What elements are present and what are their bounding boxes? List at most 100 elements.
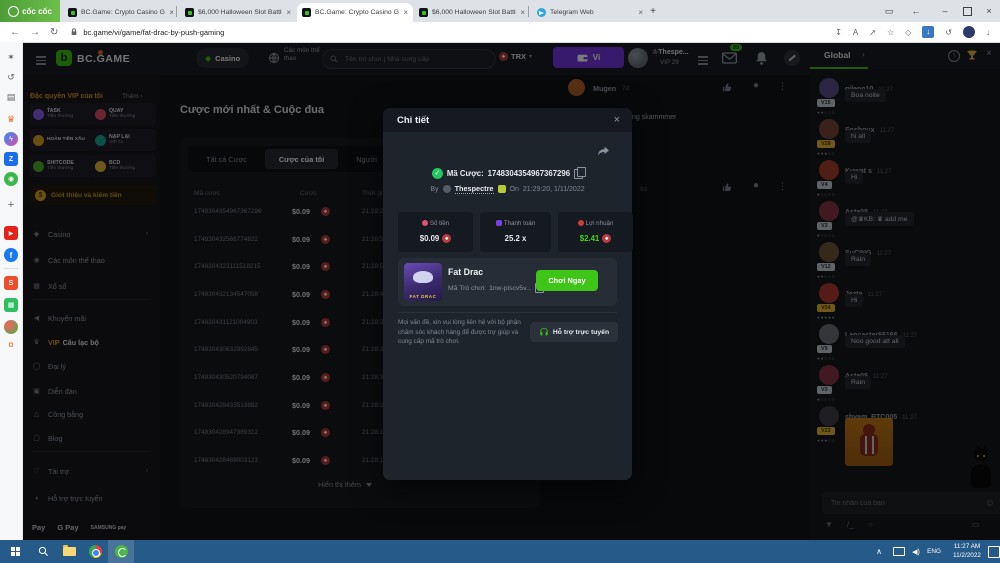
bet-id-value: 1748304354967367296 (488, 169, 570, 178)
copy-icon[interactable] (574, 169, 583, 179)
facebook-icon[interactable]: f (4, 248, 18, 262)
bet-id-label: Mã Cược: (447, 169, 484, 178)
play-now-button[interactable]: Chơi Ngay (536, 270, 598, 291)
translate-icon[interactable]: A (853, 28, 858, 37)
frog-emoji-icon (498, 185, 506, 193)
hot-trends-icon[interactable]: ♛ (4, 112, 18, 126)
url-box[interactable]: bc.game/vi/game/fat-drac-by-push-gaming (70, 28, 224, 37)
tab-close-icon[interactable]: × (403, 8, 408, 17)
game-id-label: Mã Trò chơi: (448, 285, 486, 292)
browser-side-strip: ✶ ↺ ▤ ♛ ϟ Z ◉ + ▶ f S ▦ ¤ (0, 42, 23, 540)
browser-tab[interactable]: $6,000 Halloween Slot Battle × (180, 3, 296, 22)
modal-title: Chi tiết (397, 115, 429, 126)
browser-address-bar: ← → ↻ bc.game/vi/game/fat-drac-by-push-g… (0, 22, 1000, 43)
tab-close-icon[interactable]: × (520, 8, 525, 17)
coccoc-taskbar-icon[interactable] (108, 540, 134, 563)
browser-tab[interactable]: BC.Game: Crypto Casino Gan × (63, 3, 179, 22)
bet-details-modal: Chi tiết × ✓ Mã Cược: 174830435496736729… (383, 108, 632, 480)
tab-close-icon[interactable]: × (638, 8, 643, 17)
browser-tab[interactable]: Telegram Web × (532, 3, 648, 22)
tab-title: $6,000 Halloween Slot Battle (198, 9, 282, 16)
download-manager-icon[interactable]: ↓ (922, 26, 934, 38)
stat-payout: Thanh toán 25.2 x (480, 212, 551, 252)
ball-icon[interactable] (4, 320, 18, 334)
bat-art (413, 271, 433, 283)
taskbar-chevron-up[interactable]: ∧ (870, 540, 888, 563)
tab-close-icon[interactable]: × (169, 8, 174, 17)
by-label: By (430, 186, 438, 193)
trx-coin-icon (602, 234, 611, 243)
windows-taskbar: ∧ ◀) ENG 11:27 AM11/2/2022 (0, 540, 1000, 563)
share-icon[interactable] (597, 146, 610, 158)
tab-title: $6,000 Halloween Slot Battle (432, 9, 516, 16)
sync-icon[interactable]: ↺ (945, 28, 952, 37)
cart-icon[interactable]: ¤ (4, 338, 18, 352)
adblock-shield-icon[interactable]: ◇ (905, 28, 911, 37)
forward-icon[interactable]: → (30, 27, 40, 38)
new-tab-button[interactable]: + (645, 0, 661, 22)
mini-avatar (443, 185, 451, 193)
recent-tabs-icon[interactable]: ← (905, 0, 927, 22)
wallet-icon (496, 220, 502, 226)
bcgame-favicon (302, 8, 311, 17)
support-note: Mọi vấn đề, xin vui lòng liên hệ với bộ … (398, 318, 530, 347)
live-support-button[interactable]: Hỗ trợ trực tuyến (530, 322, 618, 342)
youtube-icon[interactable]: ▶ (4, 226, 18, 240)
modal-close-icon[interactable]: × (614, 114, 620, 126)
bcgame-favicon (68, 8, 77, 17)
url-text[interactable]: bc.game/vi/game/fat-drac-by-push-gaming (83, 28, 224, 37)
browser-tab[interactable]: $6,000 Halloween Slot Battle × (414, 3, 530, 22)
taskbar-clock[interactable]: 11:27 AM11/2/2022 (946, 540, 988, 563)
downloads-tray-icon[interactable]: ↓ (986, 28, 990, 37)
gift-icon[interactable]: ▦ (4, 298, 18, 312)
money-bag-icon (578, 220, 584, 226)
add-shortcut-icon[interactable]: + (4, 198, 18, 212)
bet-datetime: 21:29:20, 1/11/2022 (523, 186, 585, 193)
tab-separator (528, 6, 529, 17)
browser-tab-active[interactable]: BC.Game: Crypto Casino Gan × (297, 3, 413, 22)
bookmark-star-icon[interactable]: ☆ (887, 28, 894, 37)
live-support-label: Hỗ trợ trực tuyến (553, 329, 609, 336)
game-name: Fat Drac (448, 267, 483, 277)
messenger-icon[interactable]: ϟ (4, 132, 18, 146)
browser-profile-avatar[interactable] (963, 26, 975, 38)
coccoc-logo-icon (8, 6, 19, 17)
telegram-favicon (537, 8, 546, 17)
game-id-line: Mã Trò chơi: 1nw-piscv5v... (448, 283, 544, 293)
coins-icon (422, 220, 428, 226)
zalo-icon[interactable]: Z (4, 152, 18, 166)
modal-divider (398, 312, 617, 313)
bettor-username[interactable]: Thespectre (455, 184, 494, 194)
coccoc-brand[interactable]: cốc cốc (0, 0, 60, 22)
save-page-icon[interactable]: ↧ (835, 28, 842, 37)
shopee-icon[interactable]: S (4, 276, 18, 290)
tab-title: BC.Game: Crypto Casino Gan (315, 9, 399, 16)
volume-icon[interactable]: ◀) (908, 540, 924, 563)
trx-coin-icon (442, 234, 451, 243)
bcgame-page: b BC.GAME ◆ Casino Các môn thể thao TRX … (22, 42, 1000, 540)
share-page-icon[interactable]: ↗ (869, 28, 876, 37)
settings-gear-icon[interactable]: ✶ (4, 50, 18, 64)
reader-mode-icon[interactable]: ▭ (878, 0, 900, 22)
clock-time: 11:27 AM (954, 543, 981, 550)
headset-icon (539, 327, 549, 337)
file-explorer-icon[interactable] (56, 540, 82, 563)
reload-icon[interactable]: ↻ (50, 27, 58, 38)
window-maximize-button[interactable] (956, 0, 978, 22)
language-indicator[interactable]: ENG (924, 540, 944, 563)
reading-list-icon[interactable]: ▤ (4, 90, 18, 104)
back-icon[interactable]: ← (10, 27, 20, 38)
taskbar-search-icon[interactable] (30, 540, 56, 563)
start-button[interactable] (0, 540, 30, 563)
thumb-title: FAT DRAC (404, 294, 442, 299)
history-icon[interactable]: ↺ (4, 70, 18, 84)
window-minimize-button[interactable]: – (934, 0, 956, 22)
chrome-taskbar-icon[interactable] (82, 540, 108, 563)
network-icon[interactable] (890, 540, 908, 563)
action-center-icon[interactable] (988, 540, 1000, 563)
games-icon[interactable]: ◉ (4, 172, 18, 186)
tab-close-icon[interactable]: × (286, 8, 291, 17)
window-close-button[interactable]: × (978, 0, 1000, 22)
tab-separator (176, 6, 177, 17)
game-thumbnail[interactable]: FAT DRAC (404, 263, 442, 301)
